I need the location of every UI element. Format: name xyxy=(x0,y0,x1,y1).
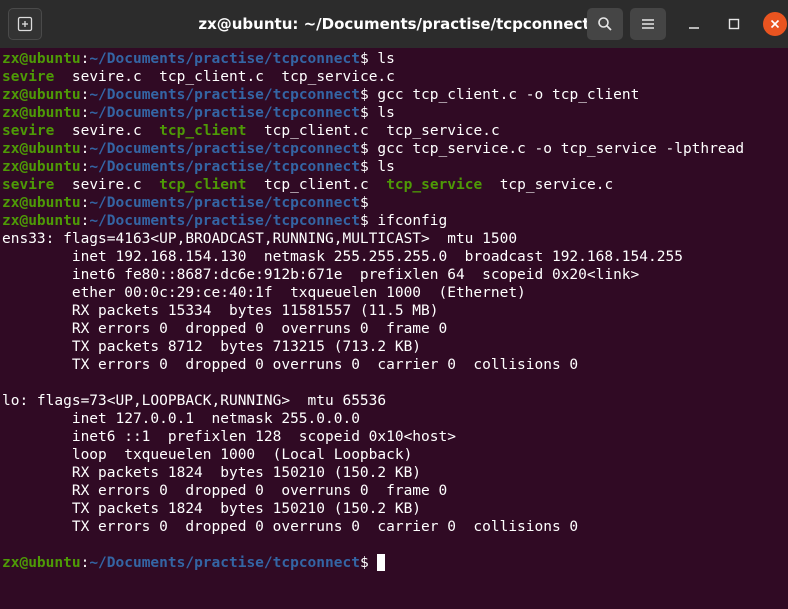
file-name: sevire.c xyxy=(71,177,142,193)
ls-output-line: sevire sevire.c tcp_client tcp_client.c … xyxy=(2,122,786,140)
file-name: sevire.c xyxy=(71,69,142,85)
ifconfig-line: inet6 fe80::8687:dc6e:912b:671e prefixle… xyxy=(2,267,640,283)
ifconfig-line: TX packets 8712 bytes 713215 (713.2 KB) xyxy=(2,339,422,355)
prompt-dollar: $ xyxy=(359,87,378,103)
prompt-user-host: zx@ubuntu xyxy=(2,213,81,229)
prompt-path: ~/Documents/practise/tcpconnect xyxy=(89,87,360,103)
executable-file: tcp_client xyxy=(159,177,247,193)
ifconfig-line: RX errors 0 dropped 0 overruns 0 frame 0 xyxy=(2,483,448,499)
terminal-line: zx@ubuntu:~/Documents/practise/tcpconnec… xyxy=(2,86,786,104)
ifconfig-line: TX errors 0 dropped 0 overruns 0 carrier… xyxy=(2,357,579,373)
prompt-user-host: zx@ubuntu xyxy=(2,141,81,157)
new-tab-icon xyxy=(17,16,33,32)
executable-file: tcp_service xyxy=(386,177,483,193)
prompt-separator: : xyxy=(80,51,90,67)
hamburger-menu-icon xyxy=(642,19,654,29)
prompt-dollar: $ xyxy=(359,141,378,157)
ifconfig-line: inet 127.0.0.1 netmask 255.0.0.0 xyxy=(2,411,360,427)
command-text: ls xyxy=(377,105,395,121)
terminal-line: zx@ubuntu:~/Documents/practise/tcpconnec… xyxy=(2,140,786,158)
prompt-path: ~/Documents/practise/tcpconnect xyxy=(89,105,360,121)
ifconfig-line: ens33: flags=4163<UP,BROADCAST,RUNNING,M… xyxy=(2,231,518,247)
terminal-line: zx@ubuntu:~/Documents/practise/tcpconnec… xyxy=(2,158,786,176)
terminal-line: zx@ubuntu:~/Documents/practise/tcpconnec… xyxy=(2,212,786,230)
file-name: tcp_client.c xyxy=(263,177,369,193)
prompt-separator: : xyxy=(80,213,90,229)
ls-output-line: sevire sevire.c tcp_client tcp_client.c … xyxy=(2,176,786,194)
prompt-path: ~/Documents/practise/tcpconnect xyxy=(89,195,360,211)
prompt-dollar: $ xyxy=(359,213,378,229)
new-tab-button[interactable] xyxy=(8,8,42,40)
prompt-separator: : xyxy=(80,555,90,571)
prompt-dollar: $ xyxy=(359,159,378,175)
prompt-path: ~/Documents/practise/tcpconnect xyxy=(89,141,360,157)
executable-file: sevire xyxy=(2,123,55,139)
prompt-separator: : xyxy=(80,105,90,121)
ifconfig-line: RX packets 1824 bytes 150210 (150.2 KB) xyxy=(2,465,422,481)
close-icon xyxy=(770,19,780,29)
prompt-separator: : xyxy=(80,159,90,175)
command-text: gcc tcp_client.c -o tcp_client xyxy=(377,87,640,103)
ls-output-line: sevire sevire.c tcp_client.c tcp_service… xyxy=(2,68,786,86)
minimize-button[interactable] xyxy=(680,10,708,38)
prompt-path: ~/Documents/practise/tcpconnect xyxy=(89,51,360,67)
file-name: tcp_client.c xyxy=(263,123,369,139)
prompt-path: ~/Documents/practise/tcpconnect xyxy=(89,213,360,229)
command-text: ls xyxy=(377,51,395,67)
command-text: ifconfig xyxy=(377,213,448,229)
prompt-separator: : xyxy=(80,87,90,103)
window-title: zx@ubuntu: ~/Documents/practise/tcpconne… xyxy=(198,15,590,33)
close-button[interactable] xyxy=(763,12,787,36)
executable-file: tcp_client xyxy=(159,123,247,139)
maximize-icon xyxy=(728,18,740,30)
menu-button[interactable] xyxy=(630,8,666,40)
search-icon xyxy=(598,17,612,31)
minimize-icon xyxy=(689,27,699,29)
prompt-separator: : xyxy=(80,141,90,157)
prompt-dollar: $ xyxy=(359,105,378,121)
terminal-line-active[interactable]: zx@ubuntu:~/Documents/practise/tcpconnec… xyxy=(2,554,786,572)
file-name: tcp_service.c xyxy=(281,69,395,85)
file-name: tcp_service.c xyxy=(386,123,500,139)
ifconfig-line: inet 192.168.154.130 netmask 255.255.255… xyxy=(2,249,683,265)
ifconfig-line: TX packets 1824 bytes 150210 (150.2 KB) xyxy=(2,501,422,517)
file-name: sevire.c xyxy=(71,123,142,139)
command-text: gcc tcp_service.c -o tcp_service -lpthre… xyxy=(377,141,745,157)
executable-file: sevire xyxy=(2,177,55,193)
ifconfig-line: inet6 ::1 prefixlen 128 scopeid 0x10<hos… xyxy=(2,429,456,445)
prompt-separator: : xyxy=(80,195,90,211)
prompt-user-host: zx@ubuntu xyxy=(2,555,81,571)
ifconfig-line: ether 00:0c:29:ce:40:1f txqueuelen 1000 … xyxy=(2,285,526,301)
ifconfig-line: RX packets 15334 bytes 11581557 (11.5 MB… xyxy=(2,303,439,319)
text-cursor xyxy=(377,554,386,571)
prompt-user-host: zx@ubuntu xyxy=(2,87,81,103)
title-bar: zx@ubuntu: ~/Documents/practise/tcpconne… xyxy=(0,0,788,48)
prompt-user-host: zx@ubuntu xyxy=(2,51,81,67)
terminal-output[interactable]: zx@ubuntu:~/Documents/practise/tcpconnec… xyxy=(2,50,786,606)
terminal-line: zx@ubuntu:~/Documents/practise/tcpconnec… xyxy=(2,104,786,122)
ifconfig-line: TX errors 0 dropped 0 overruns 0 carrier… xyxy=(2,519,579,535)
search-button[interactable] xyxy=(587,8,623,40)
prompt-dollar: $ xyxy=(359,555,378,571)
prompt-dollar: $ xyxy=(359,195,378,211)
executable-file: sevire xyxy=(2,69,55,85)
terminal-line: zx@ubuntu:~/Documents/practise/tcpconnec… xyxy=(2,50,786,68)
prompt-path: ~/Documents/practise/tcpconnect xyxy=(89,555,360,571)
prompt-path: ~/Documents/practise/tcpconnect xyxy=(89,159,360,175)
ifconfig-line: loop txqueuelen 1000 (Local Loopback) xyxy=(2,447,413,463)
prompt-user-host: zx@ubuntu xyxy=(2,159,81,175)
ifconfig-line: lo: flags=73<UP,LOOPBACK,RUNNING> mtu 65… xyxy=(2,393,387,409)
prompt-user-host: zx@ubuntu xyxy=(2,105,81,121)
prompt-dollar: $ xyxy=(359,51,378,67)
maximize-button[interactable] xyxy=(720,10,748,38)
prompt-user-host: zx@ubuntu xyxy=(2,195,81,211)
terminal-line: zx@ubuntu:~/Documents/practise/tcpconnec… xyxy=(2,194,786,212)
command-text: ls xyxy=(377,159,395,175)
file-name: tcp_client.c xyxy=(159,69,264,85)
terminal-window: zx@ubuntu: ~/Documents/practise/tcpconne… xyxy=(0,0,788,609)
ifconfig-line: RX errors 0 dropped 0 overruns 0 frame 0 xyxy=(2,321,448,337)
file-name: tcp_service.c xyxy=(499,177,614,193)
